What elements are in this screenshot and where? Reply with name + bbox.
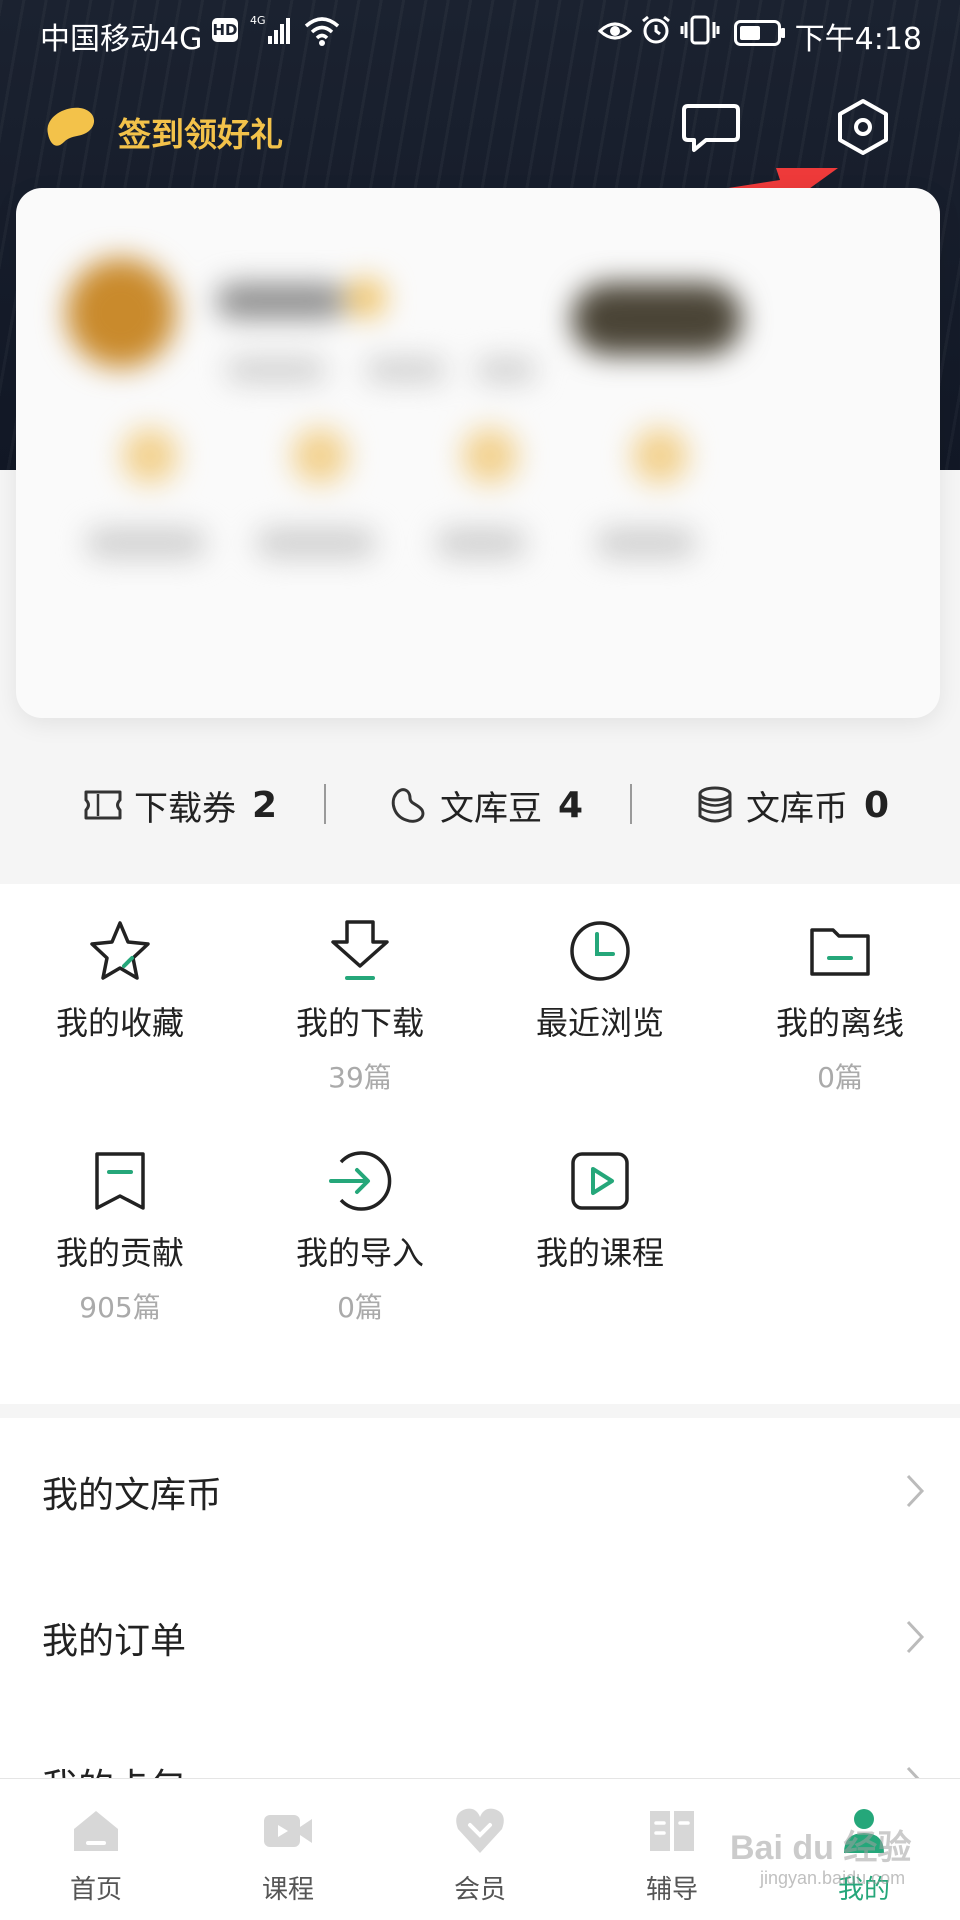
feature-label: 我的离线 [775, 1004, 904, 1042]
wifi-icon [304, 17, 340, 46]
profile-page: 中国移动4G HD 4G 下午4:18 签到领好礼 下载券 2 文库豆 4 文库… [0, 0, 960, 1920]
folder-icon [810, 928, 870, 976]
feature-count: 0篇 [337, 1291, 383, 1324]
feature-count: 39篇 [328, 1061, 392, 1094]
baidu-watermark-url: jingyan.baidu.com [760, 1868, 906, 1888]
nav-vip[interactable]: 会员 [384, 1779, 576, 1920]
svg-text:4G: 4G [250, 14, 266, 27]
feature-recent[interactable]: 最近浏览 [480, 884, 720, 1104]
carrier-label: 中国移动4G [40, 22, 203, 57]
nav-label: 会员 [453, 1875, 506, 1905]
signin-reward-link[interactable]: 签到领好礼 [118, 108, 283, 156]
feature-count: 905篇 [79, 1291, 161, 1324]
bean-outline-icon [391, 788, 425, 823]
feature-label: 我的贡献 [55, 1234, 184, 1272]
vibrate-icon [680, 15, 720, 45]
list-item-card-wallet[interactable]: 我的卡包 [0, 1710, 960, 1778]
nav-label: 课程 [261, 1875, 314, 1905]
nav-home[interactable]: 首页 [0, 1779, 192, 1920]
wenku-coin-stat[interactable]: 文库币 0 [694, 760, 889, 850]
wenku-bean-stat[interactable]: 文库豆 4 [388, 760, 583, 850]
clock-time: 下午4:18 [794, 22, 922, 57]
star-icon [90, 921, 150, 980]
feature-courses[interactable]: 我的课程 [480, 1114, 720, 1334]
settings-icon[interactable] [832, 96, 894, 158]
nav-label: 辅导 [645, 1875, 698, 1905]
chevron-right-icon [906, 1766, 920, 1778]
battery-icon [734, 20, 785, 46]
alarm-icon [642, 15, 670, 44]
assets-row: 下载券 2 文库豆 4 文库币 0 [0, 760, 960, 850]
feature-contributions[interactable]: 我的贡献 905篇 [0, 1114, 240, 1334]
feature-offline[interactable]: 我的离线 0篇 [720, 884, 960, 1104]
chevron-right-icon [906, 1620, 925, 1654]
feature-label: 我的课程 [535, 1234, 664, 1272]
list-item-orders[interactable]: 我的订单 [0, 1564, 960, 1710]
divider [324, 784, 326, 824]
features-grid: 我的收藏 我的下载 39篇 最近浏览 我的离线 0篇 我的贡献 905篇 我的导… [0, 884, 960, 1404]
hd-badge: HD [212, 18, 238, 42]
feature-label: 最近浏览 [535, 1004, 664, 1042]
download-voucher-stat[interactable]: 下载券 2 [82, 760, 277, 850]
blurred-profile-content [16, 188, 940, 718]
baidu-watermark: Bai du 经验 [730, 1829, 912, 1867]
profile-card[interactable] [16, 188, 940, 718]
vip-icon [456, 1808, 504, 1853]
list-item-wenku-coins[interactable]: 我的文库币 [0, 1418, 960, 1564]
download-voucher-label: 下载券 [134, 788, 236, 829]
feature-favorites[interactable]: 我的收藏 [0, 884, 240, 1104]
ticket-icon [84, 790, 122, 820]
list-item-label: 我的卡包 [42, 1758, 186, 1778]
home-icon [74, 1811, 118, 1851]
feature-downloads[interactable]: 我的下载 39篇 [240, 884, 480, 1104]
video-icon [264, 1815, 312, 1847]
chevron-right-icon [906, 1474, 925, 1508]
feature-label: 我的下载 [295, 1004, 424, 1042]
wenku-bean-label: 文库豆 [440, 788, 542, 829]
feature-imports[interactable]: 我的导入 0篇 [240, 1114, 480, 1334]
import-icon [329, 1151, 392, 1211]
download-icon [331, 920, 389, 980]
wenku-coin-value: 0 [864, 784, 890, 826]
wenku-coin-label: 文库币 [746, 788, 848, 829]
nav-courses[interactable]: 课程 [192, 1779, 384, 1920]
signal-icon: 4G [250, 14, 290, 44]
bean-icon[interactable] [42, 104, 98, 150]
status-bar: 中国移动4G HD 4G 下午4:18 [0, 0, 960, 66]
divider [630, 784, 632, 824]
list-item-label: 我的订单 [42, 1621, 187, 1662]
feature-label: 我的导入 [295, 1234, 424, 1272]
settings-list: 我的文库币 我的订单 我的卡包 [0, 1418, 960, 1778]
book-icon [650, 1811, 694, 1851]
download-voucher-value: 2 [252, 784, 278, 826]
nav-label: 首页 [69, 1875, 122, 1905]
play-icon [571, 1152, 629, 1210]
list-item-label: 我的文库币 [42, 1475, 223, 1516]
feature-count: 0篇 [817, 1061, 863, 1094]
bookmark-icon [95, 1152, 145, 1210]
wenku-bean-value: 4 [558, 784, 584, 826]
message-icon[interactable] [680, 96, 742, 158]
eye-comfort-icon [598, 22, 632, 40]
feature-label: 我的收藏 [55, 1004, 184, 1042]
coins-icon [698, 786, 732, 823]
clock-icon [570, 921, 630, 981]
